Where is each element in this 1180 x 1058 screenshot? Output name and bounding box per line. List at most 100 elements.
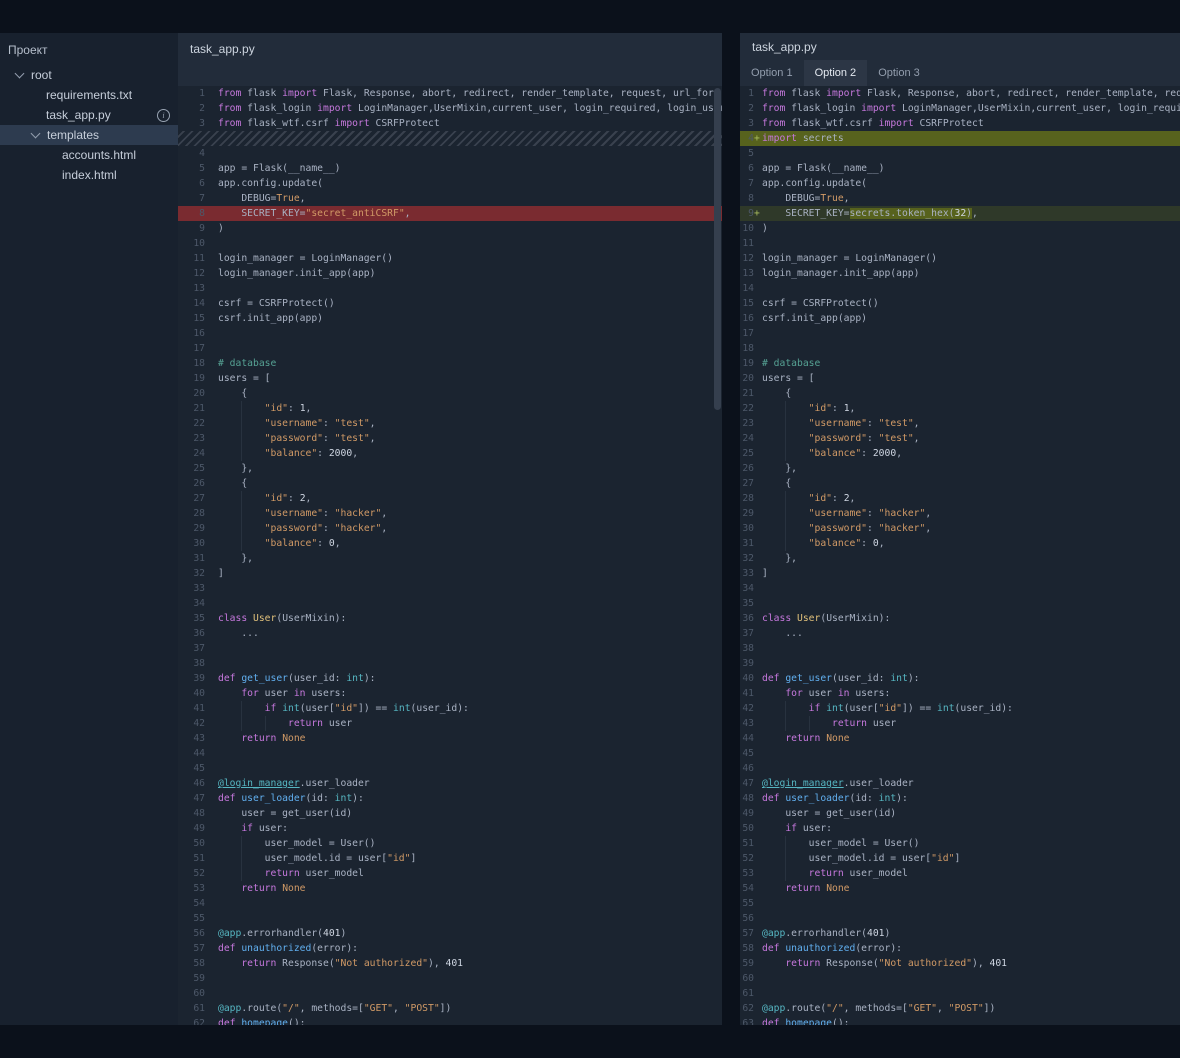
code-line[interactable]: 27 {: [740, 476, 1180, 491]
code-line[interactable]: 46@login_manager.user_loader: [178, 776, 722, 791]
code-line[interactable]: 15csrf = CSRFProtect(): [740, 296, 1180, 311]
code-line[interactable]: 18# database: [178, 356, 722, 371]
code-line[interactable]: 16csrf.init_app(app): [740, 311, 1180, 326]
code-line[interactable]: 33: [178, 581, 722, 596]
code-line[interactable]: 9+ SECRET_KEY=secrets.token_hex(32),: [740, 206, 1180, 221]
code-line[interactable]: 20users = [: [740, 371, 1180, 386]
tree-item-requirements-txt[interactable]: requirements.txt: [0, 85, 178, 105]
code-line[interactable]: 29 "username": "hacker",: [740, 506, 1180, 521]
code-line[interactable]: 52 user_model.id = user["id"]: [740, 851, 1180, 866]
code-line[interactable]: 57@app.errorhandler(401): [740, 926, 1180, 941]
code-line[interactable]: 6app = Flask(__name__): [740, 161, 1180, 176]
code-line[interactable]: 1from flask import Flask, Response, abor…: [178, 86, 722, 101]
tab-option-2[interactable]: Option 2: [804, 60, 868, 86]
code-line[interactable]: 43 return None: [178, 731, 722, 746]
code-line[interactable]: 55: [178, 911, 722, 926]
code-line[interactable]: 31 },: [178, 551, 722, 566]
code-line[interactable]: 9): [178, 221, 722, 236]
code-line[interactable]: 39def get_user(user_id: int):: [178, 671, 722, 686]
tab-option-3[interactable]: Option 3: [867, 60, 931, 86]
code-line[interactable]: 27 "id": 2,: [178, 491, 722, 506]
code-line[interactable]: 14csrf = CSRFProtect(): [178, 296, 722, 311]
code-line[interactable]: 35class User(UserMixin):: [178, 611, 722, 626]
code-line[interactable]: 54: [178, 896, 722, 911]
code-line[interactable]: 8 SECRET_KEY="secret_antiCSRF",: [178, 206, 722, 221]
code-line[interactable]: 46: [740, 761, 1180, 776]
code-line[interactable]: 3from flask_wtf.csrf import CSRFProtect: [740, 116, 1180, 131]
code-line[interactable]: 42 if int(user["id"]) == int(user_id):: [740, 701, 1180, 716]
code-line[interactable]: 35: [740, 596, 1180, 611]
code-line[interactable]: 47@login_manager.user_loader: [740, 776, 1180, 791]
code-line[interactable]: 61@app.route("/", methods=["GET", "POST"…: [178, 1001, 722, 1016]
code-line[interactable]: 25 },: [178, 461, 722, 476]
code-line[interactable]: 14: [740, 281, 1180, 296]
code-line[interactable]: 55: [740, 896, 1180, 911]
code-line[interactable]: 15csrf.init_app(app): [178, 311, 722, 326]
code-line[interactable]: 12login_manager = LoginManager(): [740, 251, 1180, 266]
code-line[interactable]: 58def unauthorized(error):: [740, 941, 1180, 956]
code-line[interactable]: 42 return user: [178, 716, 722, 731]
code-line[interactable]: 50 if user:: [740, 821, 1180, 836]
code-line[interactable]: 52 return user_model: [178, 866, 722, 881]
code-line[interactable]: 31 "balance": 0,: [740, 536, 1180, 551]
code-line[interactable]: 47def user_loader(id: int):: [178, 791, 722, 806]
code-line[interactable]: 34: [178, 596, 722, 611]
code-line[interactable]: 36class User(UserMixin):: [740, 611, 1180, 626]
code-line[interactable]: 5app = Flask(__name__): [178, 161, 722, 176]
code-line[interactable]: 20 {: [178, 386, 722, 401]
code-line[interactable]: 56: [740, 911, 1180, 926]
code-line[interactable]: 7 DEBUG=True,: [178, 191, 722, 206]
code-line[interactable]: 13login_manager.init_app(app): [740, 266, 1180, 281]
code-line[interactable]: 8 DEBUG=True,: [740, 191, 1180, 206]
code-line[interactable]: 37: [178, 641, 722, 656]
code-line[interactable]: 1from flask import Flask, Response, abor…: [740, 86, 1180, 101]
code-line[interactable]: 6app.config.update(: [178, 176, 722, 191]
code-line[interactable]: 29 "password": "hacker",: [178, 521, 722, 536]
code-line[interactable]: 41 for user in users:: [740, 686, 1180, 701]
code-line[interactable]: 60: [178, 986, 722, 1001]
code-line[interactable]: 26 },: [740, 461, 1180, 476]
code-line[interactable]: 21 "id": 1,: [178, 401, 722, 416]
code-line[interactable]: 54 return None: [740, 881, 1180, 896]
code-line[interactable]: 32]: [178, 566, 722, 581]
code-line[interactable]: 45: [178, 761, 722, 776]
code-line[interactable]: 4+import secrets: [740, 131, 1180, 146]
code-line[interactable]: 10): [740, 221, 1180, 236]
tab-option-1[interactable]: Option 1: [740, 60, 804, 86]
code-line[interactable]: 21 {: [740, 386, 1180, 401]
tree-item-templates[interactable]: templates: [0, 125, 178, 145]
code-line[interactable]: 62@app.route("/", methods=["GET", "POST"…: [740, 1001, 1180, 1016]
code-line[interactable]: 34: [740, 581, 1180, 596]
code-line[interactable]: 12login_manager.init_app(app): [178, 266, 722, 281]
code-line[interactable]: 45: [740, 746, 1180, 761]
code-line[interactable]: 22 "id": 1,: [740, 401, 1180, 416]
code-line[interactable]: 4: [178, 146, 722, 161]
code-line[interactable]: 11login_manager = LoginManager(): [178, 251, 722, 266]
code-line[interactable]: 28 "username": "hacker",: [178, 506, 722, 521]
code-line[interactable]: 2from flask_login import LoginManager,Us…: [178, 101, 722, 116]
chevron-down-icon[interactable]: [15, 68, 25, 78]
code-line[interactable]: 5: [740, 146, 1180, 161]
code-line[interactable]: 53 return user_model: [740, 866, 1180, 881]
code-line[interactable]: 25 "balance": 2000,: [740, 446, 1180, 461]
code-line[interactable]: 49 user = get_user(id): [740, 806, 1180, 821]
code-line[interactable]: 23 "username": "test",: [740, 416, 1180, 431]
code-line[interactable]: 37 ...: [740, 626, 1180, 641]
code-line[interactable]: 44: [178, 746, 722, 761]
code-line[interactable]: 10: [178, 236, 722, 251]
code-line[interactable]: 60: [740, 971, 1180, 986]
code-line[interactable]: 43 return user: [740, 716, 1180, 731]
code-line[interactable]: 59 return Response("Not authorized"), 40…: [740, 956, 1180, 971]
code-line[interactable]: 2from flask_login import LoginManager,Us…: [740, 101, 1180, 116]
code-line[interactable]: 51 user_model.id = user["id"]: [178, 851, 722, 866]
code-line[interactable]: 38: [740, 641, 1180, 656]
code-line[interactable]: 18: [740, 341, 1180, 356]
code-line[interactable]: 44 return None: [740, 731, 1180, 746]
code-line[interactable]: 24 "password": "test",: [740, 431, 1180, 446]
code-line[interactable]: 40def get_user(user_id: int):: [740, 671, 1180, 686]
code-line[interactable]: 62def homepage():: [178, 1016, 722, 1025]
chevron-down-icon[interactable]: [31, 128, 41, 138]
code-line[interactable]: 30 "balance": 0,: [178, 536, 722, 551]
tree-item-root[interactable]: root: [0, 65, 178, 85]
code-line[interactable]: 11: [740, 236, 1180, 251]
